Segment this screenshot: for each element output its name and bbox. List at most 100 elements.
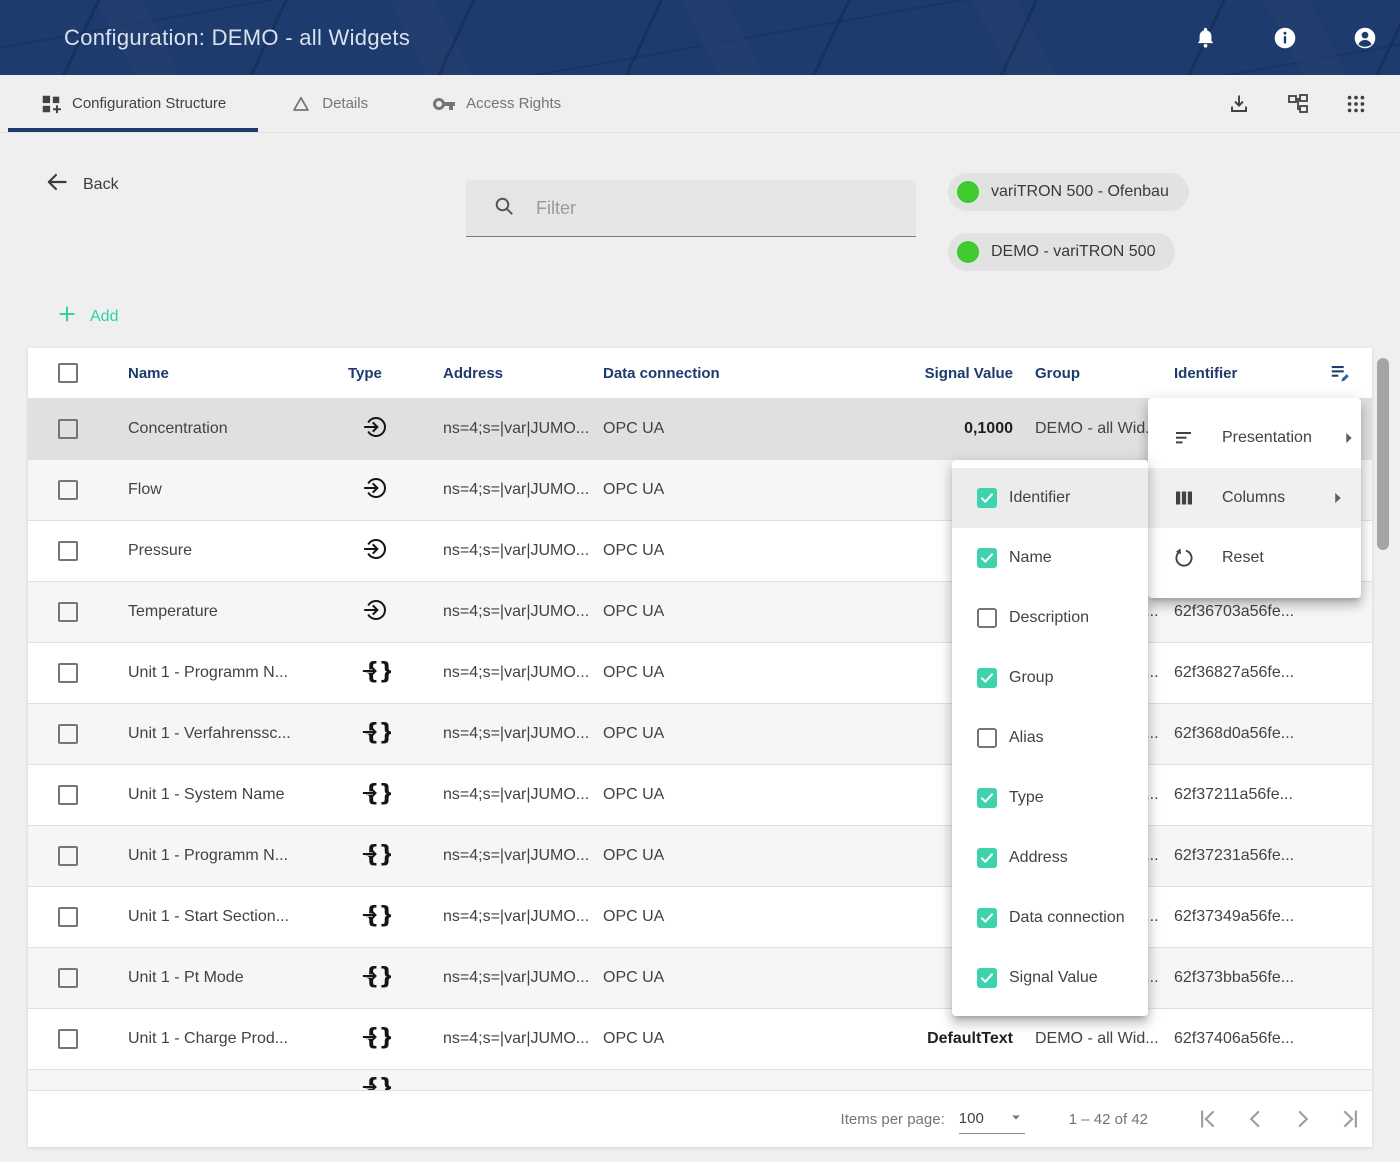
checkbox-checked[interactable] xyxy=(977,548,997,568)
sitemap-icon xyxy=(1286,92,1310,116)
checkbox-unchecked[interactable] xyxy=(977,728,997,748)
app-header: Configuration: DEMO - all Widgets xyxy=(0,0,1400,75)
columns-menu-item-description[interactable]: Description xyxy=(952,588,1148,648)
sitemap-button[interactable] xyxy=(1286,92,1310,116)
cell-data-connection: OPC UA xyxy=(603,969,918,987)
select-all-checkbox[interactable] xyxy=(58,363,78,383)
columns-menu-item-name[interactable]: Name xyxy=(952,528,1148,588)
first-page-button[interactable] xyxy=(1194,1106,1220,1132)
cell-select xyxy=(28,419,98,439)
cell-select xyxy=(28,907,98,927)
tab-configuration-structure[interactable]: Configuration Structure xyxy=(8,75,258,132)
menu-item-columns[interactable]: Columns xyxy=(1148,468,1361,528)
download-button[interactable] xyxy=(1227,92,1251,116)
checkbox-checked[interactable] xyxy=(977,488,997,508)
column-header-identifier[interactable]: Identifier xyxy=(1174,365,1324,382)
cell-select xyxy=(28,846,98,866)
checkbox-checked[interactable] xyxy=(977,848,997,868)
menu-item-reset[interactable]: Reset xyxy=(1148,528,1361,588)
last-page-button[interactable] xyxy=(1338,1106,1364,1132)
cell-identifier: 62f36703a56fe... xyxy=(1174,603,1324,621)
cell-address: ns=4;s=|var|JUMO... xyxy=(443,420,603,438)
checkbox-checked[interactable] xyxy=(977,788,997,808)
row-checkbox[interactable] xyxy=(58,785,78,805)
table-row: {} xyxy=(28,1069,1372,1090)
columns-menu-item-alias[interactable]: Alias xyxy=(952,708,1148,768)
page-size-select[interactable]: 100 xyxy=(959,1104,1025,1134)
device-chip[interactable]: variTRON 500 - Ofenbau xyxy=(948,173,1189,211)
info-icon xyxy=(1272,25,1298,51)
cell-address: ns=4;s=|var|JUMO... xyxy=(443,725,603,743)
table-row[interactable]: Unit 1 - System Name{}ns=4;s=|var|JUMO..… xyxy=(28,764,1372,825)
context-menu: PresentationColumnsReset xyxy=(1148,398,1361,598)
row-checkbox[interactable] xyxy=(58,419,78,439)
checkbox-checked[interactable] xyxy=(977,668,997,688)
row-checkbox[interactable] xyxy=(58,602,78,622)
cell-signal-value: 0,1000 xyxy=(918,420,1013,438)
edit-columns-button[interactable] xyxy=(1328,360,1354,386)
paginator: Items per page: 100 1 – 42 of 42 xyxy=(28,1090,1372,1147)
table-row[interactable]: Unit 1 - Start Section...{}ns=4;s=|var|J… xyxy=(28,886,1372,947)
checkbox-unchecked[interactable] xyxy=(977,608,997,628)
checkbox-checked[interactable] xyxy=(977,908,997,928)
column-header-name[interactable]: Name xyxy=(98,365,348,382)
table-row[interactable]: Unit 1 - Programm N...{}ns=4;s=|var|JUMO… xyxy=(28,825,1372,886)
row-checkbox[interactable] xyxy=(58,480,78,500)
prev-page-button[interactable] xyxy=(1242,1106,1268,1132)
add-button[interactable]: Add xyxy=(56,303,118,330)
table-row[interactable]: Unit 1 - Charge Prod...{}ns=4;s=|var|JUM… xyxy=(28,1008,1372,1069)
row-checkbox[interactable] xyxy=(58,663,78,683)
cell-type xyxy=(348,534,443,569)
row-checkbox[interactable] xyxy=(58,724,78,744)
columns-menu-item-identifier[interactable]: Identifier xyxy=(952,468,1148,528)
status-dot xyxy=(957,181,979,203)
row-checkbox[interactable] xyxy=(58,968,78,988)
table-header-row: Name Type Address Data connection Signal… xyxy=(28,348,1372,398)
back-button[interactable]: Back xyxy=(44,169,119,200)
device-chip[interactable]: DEMO - variTRON 500 xyxy=(948,233,1175,271)
row-checkbox[interactable] xyxy=(58,541,78,561)
columns-menu-item-address[interactable]: Address xyxy=(952,828,1148,888)
table-row[interactable]: Unit 1 - Programm N...{}ns=4;s=|var|JUMO… xyxy=(28,642,1372,703)
scrollbar-thumb[interactable] xyxy=(1377,358,1389,550)
columns-menu-item-data-connection[interactable]: Data connection xyxy=(952,888,1148,948)
apps-grid-button[interactable] xyxy=(1345,93,1367,115)
columns-menu-item-group[interactable]: Group xyxy=(952,648,1148,708)
row-checkbox[interactable] xyxy=(58,846,78,866)
tab-details[interactable]: Details xyxy=(258,75,400,132)
info-button[interactable] xyxy=(1272,25,1298,51)
columns-menu-item-type[interactable]: Type xyxy=(952,768,1148,828)
cell-identifier: 62f373bba56fe... xyxy=(1174,969,1324,987)
table-row[interactable]: Unit 1 - Pt Mode{}ns=4;s=|var|JUMO...OPC… xyxy=(28,947,1372,1008)
cell-type: {} xyxy=(348,961,443,996)
string-input-icon: {} xyxy=(361,900,391,930)
row-checkbox[interactable] xyxy=(58,1029,78,1049)
cell-identifier: 62f37406a56fe... xyxy=(1174,1030,1324,1048)
checkbox-checked[interactable] xyxy=(977,968,997,988)
cell-select xyxy=(28,602,98,622)
cell-type xyxy=(348,473,443,508)
menu-item-presentation[interactable]: Presentation xyxy=(1148,408,1361,468)
column-header-data-connection[interactable]: Data connection xyxy=(603,365,918,382)
cell-identifier: 62f36827a56fe... xyxy=(1174,664,1324,682)
table-row[interactable]: Unit 1 - Verfahrenssc...{}ns=4;s=|var|JU… xyxy=(28,703,1372,764)
account-icon xyxy=(1352,25,1378,51)
account-button[interactable] xyxy=(1352,25,1378,51)
columns-menu-item-label: Description xyxy=(1009,609,1089,627)
tab-label: Details xyxy=(322,95,368,112)
column-header-type[interactable]: Type xyxy=(348,365,443,382)
row-checkbox[interactable] xyxy=(58,907,78,927)
notifications-icon xyxy=(1193,25,1218,50)
back-label: Back xyxy=(83,176,119,194)
next-page-button[interactable] xyxy=(1290,1106,1316,1132)
notifications-button[interactable] xyxy=(1193,25,1218,50)
string-input-icon: {} xyxy=(361,961,391,991)
column-header-address[interactable]: Address xyxy=(443,365,603,382)
cell-data-connection: OPC UA xyxy=(603,786,918,804)
filter-input[interactable] xyxy=(534,197,916,220)
column-header-signal-value[interactable]: Signal Value xyxy=(918,365,1013,382)
column-header-group[interactable]: Group xyxy=(1013,365,1174,382)
tab-access-rights[interactable]: Access Rights xyxy=(400,75,593,132)
cell-data-connection: OPC UA xyxy=(603,1030,918,1048)
columns-menu-item-signal-value[interactable]: Signal Value xyxy=(952,948,1148,1008)
